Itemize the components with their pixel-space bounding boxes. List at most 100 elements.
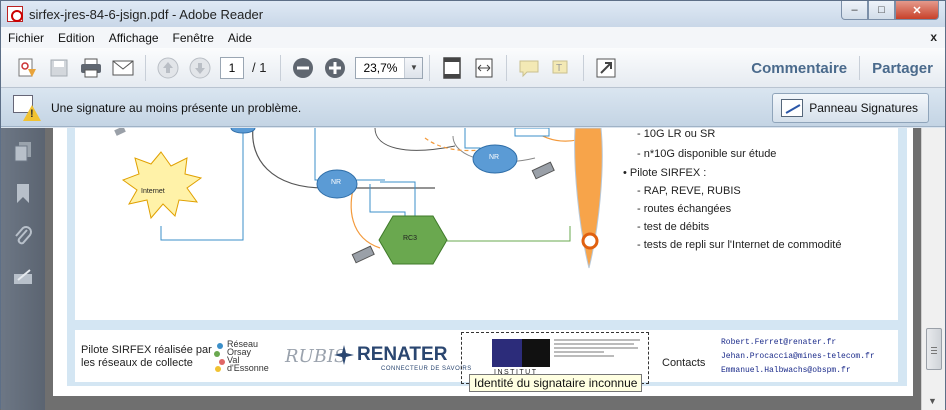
signature-panel-button[interactable]: Panneau Signatures (772, 93, 929, 123)
nr-node-label: NR (331, 179, 342, 186)
fit-width-icon (475, 58, 493, 77)
signature-panel-label: Panneau Signatures (809, 101, 918, 115)
previous-page-button[interactable] (154, 54, 182, 82)
signature-fine-print (554, 337, 644, 365)
zoom-in-button[interactable] (321, 54, 349, 82)
toolbar-separator (583, 54, 585, 81)
zoom-select[interactable]: 23,7% ▼ (355, 56, 424, 79)
share-pane-link[interactable]: Partager (860, 60, 945, 77)
title-bar: sirfex-jres-84-6-jsign.pdf - Adobe Reade… (1, 1, 945, 27)
renater-logo: RENATER (357, 344, 448, 365)
toolbar-separator (429, 54, 431, 81)
rove-logo: Réseau Orsay Val d'Essonne (213, 340, 273, 374)
close-window-button[interactable]: ✕ (895, 1, 939, 20)
plus-circle-icon (325, 57, 346, 78)
bullet-heading: Pilote SIRFEX : (629, 167, 707, 179)
fit-page-icon (443, 56, 462, 79)
bullet-line: - 10G LR ou SR (637, 128, 716, 140)
pilot-credit-line: Pilote SIRFEX réalisée par (81, 344, 212, 356)
scrollbar-thumb[interactable] (926, 328, 942, 370)
main-toolbar: 1 / 1 23,7% ▼ T Commentaire Partager (1, 48, 945, 88)
pilot-credit-line: les réseaux de collecte (81, 357, 193, 369)
signature-warning-text: Une signature au moins présente un probl… (51, 100, 302, 115)
renater-tagline: CONNECTEUR DE SAVOIRS (381, 366, 472, 372)
contact-email[interactable]: Emmanuel.Halbwachs@obspm.fr (721, 364, 875, 378)
comment-bubble-icon (519, 60, 539, 77)
contact-email[interactable]: Jehan.Procaccia@mines-telecom.fr (721, 350, 875, 364)
save-icon (50, 59, 68, 76)
email-button[interactable] (109, 54, 137, 82)
arrow-up-icon (157, 57, 179, 78)
print-button[interactable] (77, 54, 105, 82)
menu-fichier[interactable]: Fichier (1, 31, 51, 45)
internet-label: Internet (141, 188, 165, 195)
slide-frame: Internet NR NR RC3 - 10G LR ou SR - n*10… (67, 128, 907, 386)
document-view[interactable]: Internet NR NR RC3 - 10G LR ou SR - n*10… (45, 128, 921, 410)
create-pdf-button[interactable] (13, 54, 41, 82)
fit-width-button[interactable] (470, 54, 498, 82)
contact-emails: Robert.Ferret@renater.fr Jehan.Procaccia… (721, 336, 875, 378)
scroll-down-icon[interactable]: ▼ (928, 396, 937, 406)
svg-text:T: T (556, 63, 562, 74)
signature-message-bar: ! Une signature au moins présente un pro… (1, 89, 945, 127)
fit-page-button[interactable] (438, 54, 466, 82)
bookmark-icon[interactable] (11, 182, 35, 206)
chevron-down-icon[interactable]: ▼ (404, 57, 423, 78)
save-button[interactable] (45, 54, 73, 82)
toolbar-right-group: Commentaire Partager (739, 48, 945, 88)
bullet-line: • Pilote SIRFEX : (623, 167, 707, 179)
printer-icon (81, 58, 101, 77)
attachment-icon[interactable] (11, 224, 35, 248)
menu-edition[interactable]: Edition (51, 31, 102, 45)
menu-affichage[interactable]: Affichage (102, 31, 166, 45)
create-pdf-icon (18, 58, 36, 77)
vertical-scrollbar[interactable]: ▼ (921, 128, 945, 410)
pilot-credit: Pilote SIRFEX réalisée par les réseaux d… (81, 344, 212, 370)
signature-pen-icon (781, 99, 804, 117)
zoom-out-button[interactable] (289, 54, 317, 82)
bullet-line: - routes échangées (637, 203, 732, 215)
menu-bar: Fichier Edition Affichage Fenêtre Aide x (1, 27, 945, 48)
next-page-button[interactable] (186, 54, 214, 82)
minus-circle-icon (293, 57, 314, 78)
toolbar-separator (506, 54, 508, 81)
signature-pane-icon[interactable] (11, 266, 35, 290)
window-controls: – □ ✕ (841, 1, 939, 20)
contact-email[interactable]: Robert.Ferret@renater.fr (721, 336, 875, 350)
page-total: / 1 (252, 60, 267, 75)
maximize-button[interactable]: □ (868, 1, 895, 20)
navigation-pane (1, 128, 45, 410)
pdf-page: Internet NR NR RC3 - 10G LR ou SR - n*10… (53, 128, 913, 396)
slide-content: Internet NR NR RC3 - 10G LR ou SR - n*10… (75, 128, 898, 320)
bullet-line: - n*10G disponible sur étude (637, 148, 777, 160)
contacts-label: Contacts (662, 357, 706, 369)
signature-tooltip: Identité du signataire inconnue (469, 374, 643, 392)
rove-logo-word: d'Essonne (227, 363, 269, 373)
page-number-input[interactable]: 1 (220, 56, 244, 79)
bullet-line: - RAP, REVE, RUBIS (637, 185, 741, 197)
nr-node-label: NR (489, 154, 500, 161)
envelope-icon (112, 60, 134, 75)
bullet-line: - tests de repli sur l'Internet de commo… (637, 239, 842, 251)
zoom-value: 23,7% (363, 60, 398, 75)
full-screen-button[interactable] (592, 54, 620, 82)
institut-logo-mark (522, 339, 550, 367)
menu-fenetre[interactable]: Fenêtre (166, 31, 221, 45)
window-title: sirfex-jres-84-6-jsign.pdf - Adobe Reade… (29, 6, 264, 22)
pages-thumbnail-icon[interactable] (11, 140, 35, 164)
renater-star-icon (334, 345, 354, 365)
sticky-note-button[interactable] (515, 54, 543, 82)
highlight-text-button[interactable]: T (547, 54, 575, 82)
pdf-file-icon (7, 6, 23, 22)
rc3-node-label: RC3 (403, 235, 418, 242)
close-document-button[interactable]: x (930, 30, 937, 44)
arrow-down-icon (189, 57, 211, 78)
toolbar-separator (280, 54, 282, 81)
menu-aide[interactable]: Aide (221, 31, 259, 45)
signature-warning-icon: ! (11, 93, 41, 123)
comment-pane-link[interactable]: Commentaire (739, 60, 859, 77)
minimize-button[interactable]: – (841, 1, 868, 20)
expand-icon (596, 58, 616, 77)
bullet-line: - test de débits (637, 221, 710, 233)
highlighter-icon: T (552, 60, 568, 74)
